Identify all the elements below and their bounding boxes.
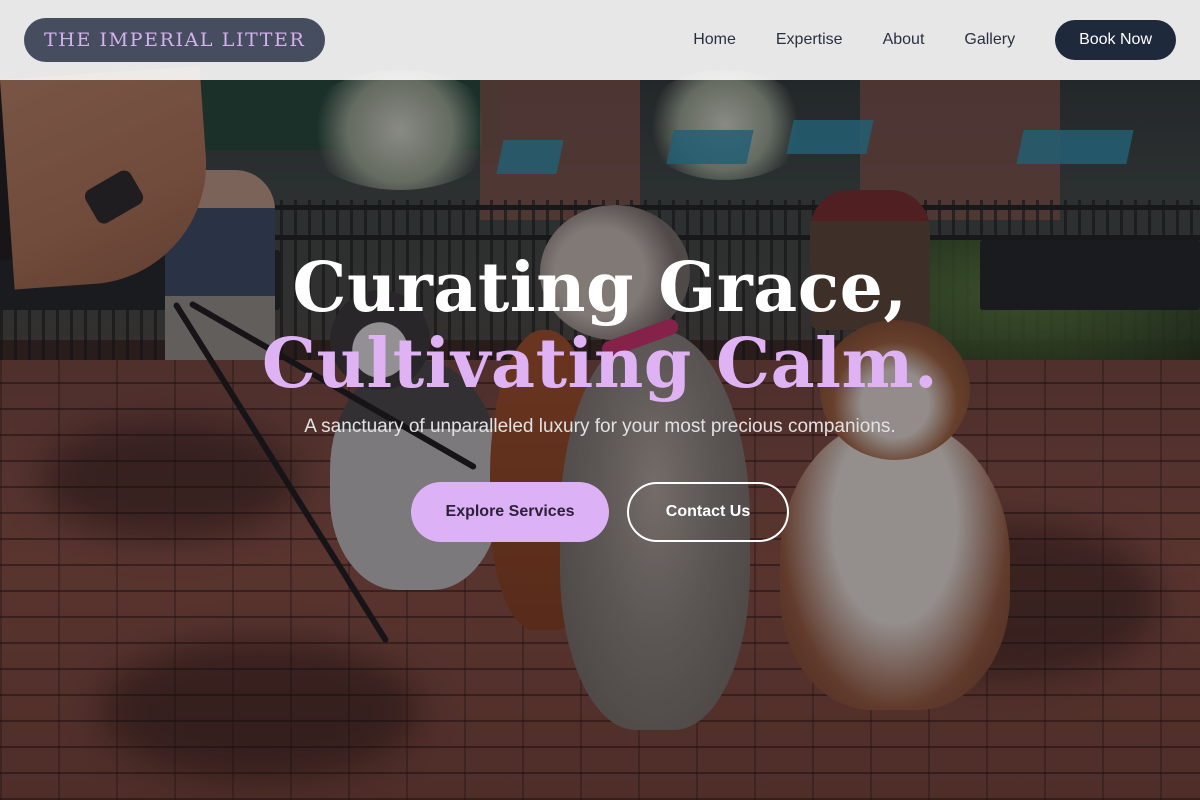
brand-logo[interactable]: THE IMPERIAL LITTER bbox=[24, 18, 326, 62]
hero-cta-row: Explore Services Contact Us bbox=[0, 482, 1200, 542]
explore-services-button[interactable]: Explore Services bbox=[411, 482, 609, 542]
main-nav: Home Expertise About Gallery Book Now bbox=[693, 20, 1176, 60]
nav-link-about[interactable]: About bbox=[883, 31, 925, 49]
nav-link-expertise[interactable]: Expertise bbox=[776, 31, 843, 49]
nav-link-home[interactable]: Home bbox=[693, 31, 736, 49]
site-header: THE IMPERIAL LITTER Home Expertise About… bbox=[0, 0, 1200, 80]
hero-title-line-2: Cultivating Calm. bbox=[261, 324, 939, 404]
book-now-button[interactable]: Book Now bbox=[1055, 20, 1176, 60]
hero-content: Curating Grace, Cultivating Calm. A sanc… bbox=[0, 250, 1200, 542]
nav-link-gallery[interactable]: Gallery bbox=[964, 31, 1015, 49]
hero-title: Curating Grace, Cultivating Calm. bbox=[0, 250, 1200, 402]
contact-us-button[interactable]: Contact Us bbox=[627, 482, 789, 542]
hero-subtitle: A sanctuary of unparalleled luxury for y… bbox=[304, 416, 896, 437]
hero-title-line-1: Curating Grace, bbox=[292, 248, 908, 328]
